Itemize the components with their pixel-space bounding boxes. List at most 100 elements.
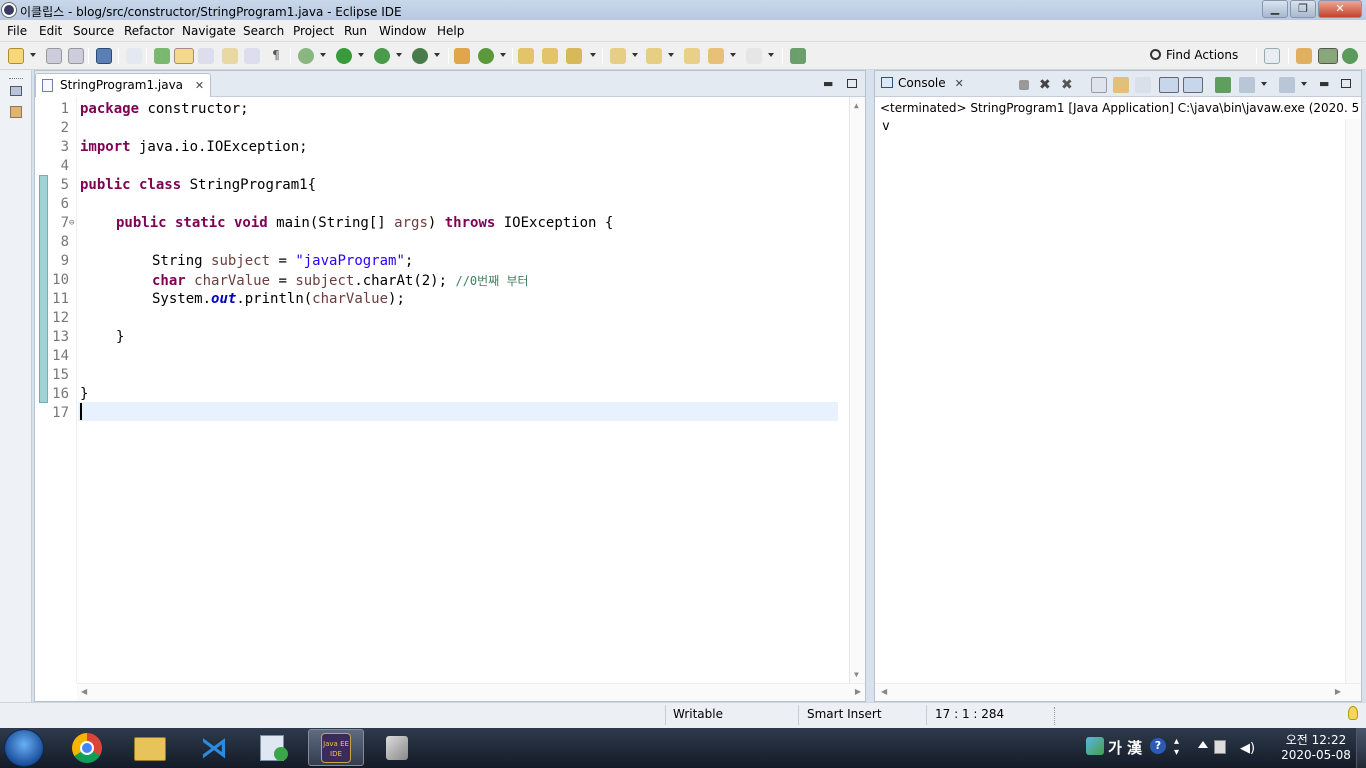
block-selection-icon[interactable]	[244, 48, 260, 64]
open-type-icon[interactable]	[154, 48, 170, 64]
next-annotation-icon[interactable]	[222, 48, 238, 64]
show-whitespace-icon[interactable]: ¶	[268, 48, 284, 64]
java-ee-perspective-icon[interactable]	[1296, 48, 1312, 64]
save-all-icon[interactable]	[68, 48, 84, 64]
scroll-up-icon[interactable]: ▲	[854, 101, 859, 110]
forward-dropdown-icon[interactable]	[768, 53, 774, 57]
taskbar-chrome[interactable]	[60, 729, 116, 766]
pin-console-icon[interactable]	[1215, 77, 1231, 93]
package-explorer-icon[interactable]	[10, 106, 22, 118]
coverage-dropdown-icon[interactable]	[396, 53, 402, 57]
open-perspective-icon[interactable]	[1264, 48, 1280, 64]
minimize-view-icon[interactable]: ▬	[823, 77, 833, 90]
trim-handle[interactable]	[9, 78, 23, 82]
maximize-view-icon[interactable]	[847, 79, 857, 88]
tab-stringprogram1-java[interactable]: StringProgram1.java ✕	[35, 73, 212, 97]
taskbar-tools[interactable]	[370, 729, 426, 766]
fold-collapse-icon[interactable]: ⊖	[69, 218, 74, 228]
menu-source[interactable]: Source	[73, 24, 114, 38]
run-icon[interactable]	[336, 48, 352, 64]
mark-occurrences-icon[interactable]	[174, 48, 194, 64]
ime-options-icon[interactable]: ▴ ▾	[1174, 736, 1179, 758]
debug-perspective-icon[interactable]	[1342, 48, 1358, 64]
new-java-class-icon[interactable]	[478, 48, 494, 64]
word-wrap-icon[interactable]	[1135, 77, 1151, 93]
show-on-stdout-icon[interactable]	[1159, 77, 1179, 93]
menu-file[interactable]: File	[7, 24, 27, 38]
annotation-icon[interactable]	[198, 48, 214, 64]
menu-project[interactable]: Project	[293, 24, 334, 38]
vertical-scrollbar[interactable]: ▲ ▼	[849, 97, 865, 683]
back-dropdown-icon[interactable]	[730, 53, 736, 57]
new-dropdown-icon[interactable]	[30, 53, 36, 57]
maximize-console-icon[interactable]	[1341, 79, 1351, 88]
taskbar-vscode[interactable]: ⋊	[184, 729, 240, 766]
system-clock[interactable]: 오전 12:22 2020-05-08	[1276, 733, 1356, 763]
next-edit-icon[interactable]	[610, 48, 626, 64]
clear-console-icon[interactable]	[1091, 77, 1107, 93]
scroll-lock-icon[interactable]	[1113, 77, 1129, 93]
last-edit-location-icon[interactable]	[684, 48, 700, 64]
show-on-stderr-icon[interactable]	[1183, 77, 1203, 93]
trim-handle[interactable]	[1054, 707, 1055, 725]
external-tools-icon[interactable]	[412, 48, 428, 64]
taskbar-eclipse[interactable]: Java EE IDE	[308, 729, 364, 766]
close-button[interactable]: ✕	[1318, 0, 1362, 18]
code-editor[interactable]: 1 2 3 4 5 6 7 ⊖ 8 9 10 11 12 13 14 15 16…	[35, 97, 865, 683]
remove-all-launches-icon[interactable]: ✖	[1061, 77, 1077, 93]
terminal-icon[interactable]	[96, 48, 112, 64]
menu-window[interactable]: Window	[379, 24, 426, 38]
menu-edit[interactable]: Edit	[39, 24, 62, 38]
console-vertical-scrollbar[interactable]	[1345, 119, 1361, 685]
java-perspective-icon[interactable]	[1318, 48, 1338, 64]
ime-icon[interactable]	[1086, 737, 1104, 755]
menu-search[interactable]: Search	[243, 24, 284, 38]
lightbulb-icon[interactable]	[1348, 706, 1358, 720]
help-icon[interactable]: ?	[1150, 738, 1166, 754]
display-console-icon[interactable]	[1239, 77, 1255, 93]
open-console-dropdown-icon[interactable]	[1301, 82, 1307, 86]
minimize-button[interactable]: ▁	[1262, 0, 1288, 18]
console-output[interactable]: v	[882, 119, 890, 134]
debug-dropdown-icon[interactable]	[320, 53, 326, 57]
insert-mode-status[interactable]: Smart Insert	[807, 707, 882, 721]
menu-navigate[interactable]: Navigate	[182, 24, 236, 38]
scroll-right-icon[interactable]: ▶	[1335, 687, 1341, 696]
restore-icon[interactable]	[10, 86, 22, 96]
new-class-dropdown-icon[interactable]	[500, 53, 506, 57]
horizontal-scrollbar[interactable]: ◀ ▶	[77, 683, 865, 701]
close-tab-icon[interactable]: ✕	[195, 79, 204, 92]
skip-breakpoints-icon[interactable]	[126, 48, 142, 64]
scroll-down-icon[interactable]: ▼	[854, 670, 859, 679]
save-icon[interactable]	[46, 48, 62, 64]
menu-refactor[interactable]: Refactor	[124, 24, 174, 38]
minimize-console-icon[interactable]: ▬	[1319, 77, 1329, 90]
open-console-icon[interactable]	[1279, 77, 1295, 93]
back-arrow-icon[interactable]	[708, 48, 724, 64]
open-task-icon[interactable]	[542, 48, 558, 64]
tab-console[interactable]: Console ✕	[881, 76, 964, 90]
debug-icon[interactable]	[298, 48, 314, 64]
run-dropdown-icon[interactable]	[358, 53, 364, 57]
volume-icon[interactable]: ◀)	[1240, 741, 1255, 756]
taskbar-explorer[interactable]	[122, 729, 178, 766]
scroll-left-icon[interactable]: ◀	[81, 687, 87, 696]
scroll-right-icon[interactable]: ▶	[855, 687, 861, 696]
menu-run[interactable]: Run	[344, 24, 367, 38]
close-console-icon[interactable]: ✕	[955, 77, 964, 90]
maximize-button[interactable]: ❐	[1290, 0, 1316, 18]
show-hidden-icons[interactable]	[1198, 741, 1208, 748]
new-server-icon[interactable]	[454, 48, 470, 64]
menu-help[interactable]: Help	[437, 24, 464, 38]
remove-launch-icon[interactable]: ✖	[1039, 77, 1055, 93]
terminate-icon[interactable]	[1019, 80, 1029, 90]
scroll-left-icon[interactable]: ◀	[881, 687, 887, 696]
new-icon[interactable]	[8, 48, 24, 64]
console-horizontal-scrollbar[interactable]: ◀ ▶	[875, 683, 1361, 701]
find-actions[interactable]: Find Actions	[1150, 48, 1238, 62]
network-icon[interactable]	[1214, 740, 1226, 754]
previous-edit-icon[interactable]	[646, 48, 662, 64]
open-type-folder-icon[interactable]	[518, 48, 534, 64]
forward-arrow-icon[interactable]	[746, 48, 762, 64]
search-tool-icon[interactable]	[566, 48, 582, 64]
